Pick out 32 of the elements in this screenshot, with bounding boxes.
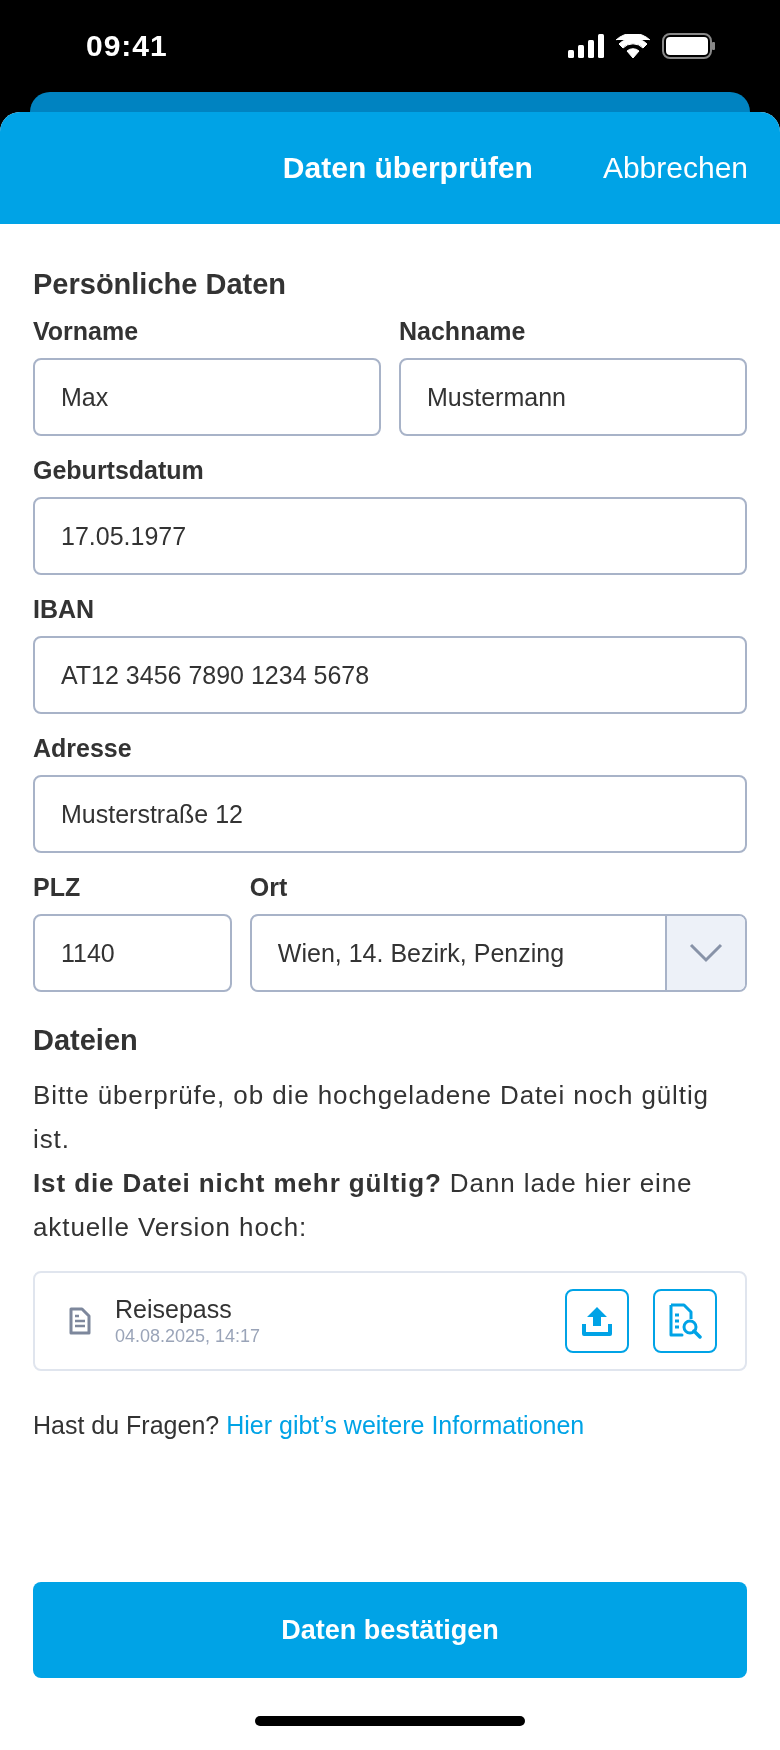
note-text: Ist die Datei nicht mehr gültig? Dann lade hier eine aktuelle Version hoch: (33, 1167, 694, 1244)
chevron-down-icon (689, 943, 723, 963)
hint-text: Bitte überprüfe, ob die hochgeladene Datei noch gültig ist. (33, 1079, 710, 1156)
section-title: Persönliche Daten (33, 268, 288, 301)
battery-icon (662, 33, 716, 59)
input-field[interactable]: Max (33, 358, 381, 436)
wifi-icon (616, 34, 650, 58)
document-icon (69, 1307, 91, 1335)
input-field[interactable]: 17.05.1977 (33, 497, 747, 575)
field-label: Vorname (33, 317, 140, 346)
input-field[interactable]: Musterstraße 12 (33, 775, 747, 853)
signal-icon (568, 34, 604, 58)
field-label: Adresse (33, 734, 133, 763)
input-field[interactable]: 1140 (33, 914, 232, 992)
file-name: Reisepass (115, 1295, 233, 1324)
field-label: PLZ (33, 873, 82, 902)
section-title: Dateien (33, 1024, 139, 1057)
input-field[interactable]: AT12 3456 7890 1234 5678 (33, 636, 747, 714)
field-label: IBAN (33, 595, 96, 624)
field-label: Ort (249, 873, 289, 902)
status-time: 09:41 (86, 29, 168, 63)
upload-icon (581, 1305, 613, 1337)
field-label: Nachname (399, 317, 527, 346)
header-title: Daten überprüfen (282, 151, 533, 185)
help-text: Hast du Fragen? (33, 1411, 220, 1440)
upload-button[interactable] (565, 1289, 629, 1353)
document-search-icon (668, 1303, 702, 1339)
input-field[interactable]: Mustermann (399, 358, 747, 436)
preview-button[interactable] (653, 1289, 717, 1353)
file-date: 04.08.2025, 14:17 (115, 1326, 262, 1347)
field-label: Geburtsdatum (33, 456, 205, 485)
location-select[interactable]: Wien, 14. Bezirk, Penzing (249, 914, 747, 992)
